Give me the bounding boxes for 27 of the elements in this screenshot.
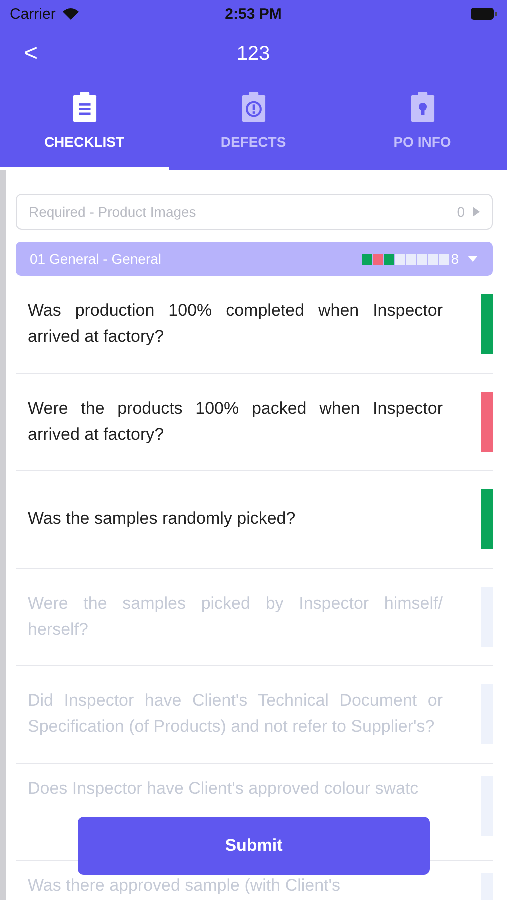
- image-count: 0: [457, 204, 465, 220]
- product-images-label: Required - Product Images: [29, 204, 196, 220]
- carrier-label: Carrier: [10, 6, 56, 22]
- question-text: Does Inspector have Client's approved colour swatc: [28, 778, 420, 800]
- section-count: 8: [451, 251, 459, 267]
- section-header[interactable]: 01 General - General 8: [16, 242, 493, 276]
- page-title: 123: [236, 42, 270, 66]
- product-images-row[interactable]: Required - Product Images 0: [16, 194, 493, 230]
- question-text: Was there approved sample (with Client's: [28, 875, 342, 897]
- question-text: Was the samples randomly picked?: [28, 508, 297, 530]
- chevron-right-icon: [473, 207, 480, 217]
- tab[interactable]: CHECKLIST: [0, 80, 169, 170]
- tab[interactable]: PO INFO: [338, 80, 507, 170]
- question-text: Were the products 100% packed when Inspector arrived at factory?: [28, 398, 443, 446]
- section-title: 01 General - General: [30, 251, 162, 267]
- tab[interactable]: DEFECTS: [169, 80, 338, 170]
- battery-icon: [470, 8, 497, 20]
- back-button[interactable]: <: [18, 40, 44, 68]
- question-text: Were the samples picked by Inspector himself/ herself?: [28, 592, 443, 641]
- clipboard-list-icon: [70, 92, 98, 122]
- clock-time: 2:53 PM: [225, 6, 282, 22]
- clipboard-bulb-icon: [408, 92, 436, 122]
- question-text: Was production 100% completed when Inspector arrived at factory?: [28, 300, 443, 348]
- submit-button[interactable]: Submit: [78, 817, 430, 875]
- clipboard-alert-icon: [240, 92, 268, 122]
- wifi-icon: [62, 7, 80, 21]
- question-text: Did Inspector have Client's Technical Document or Specification (of Products) and not refer to Supplier's?: [28, 690, 443, 738]
